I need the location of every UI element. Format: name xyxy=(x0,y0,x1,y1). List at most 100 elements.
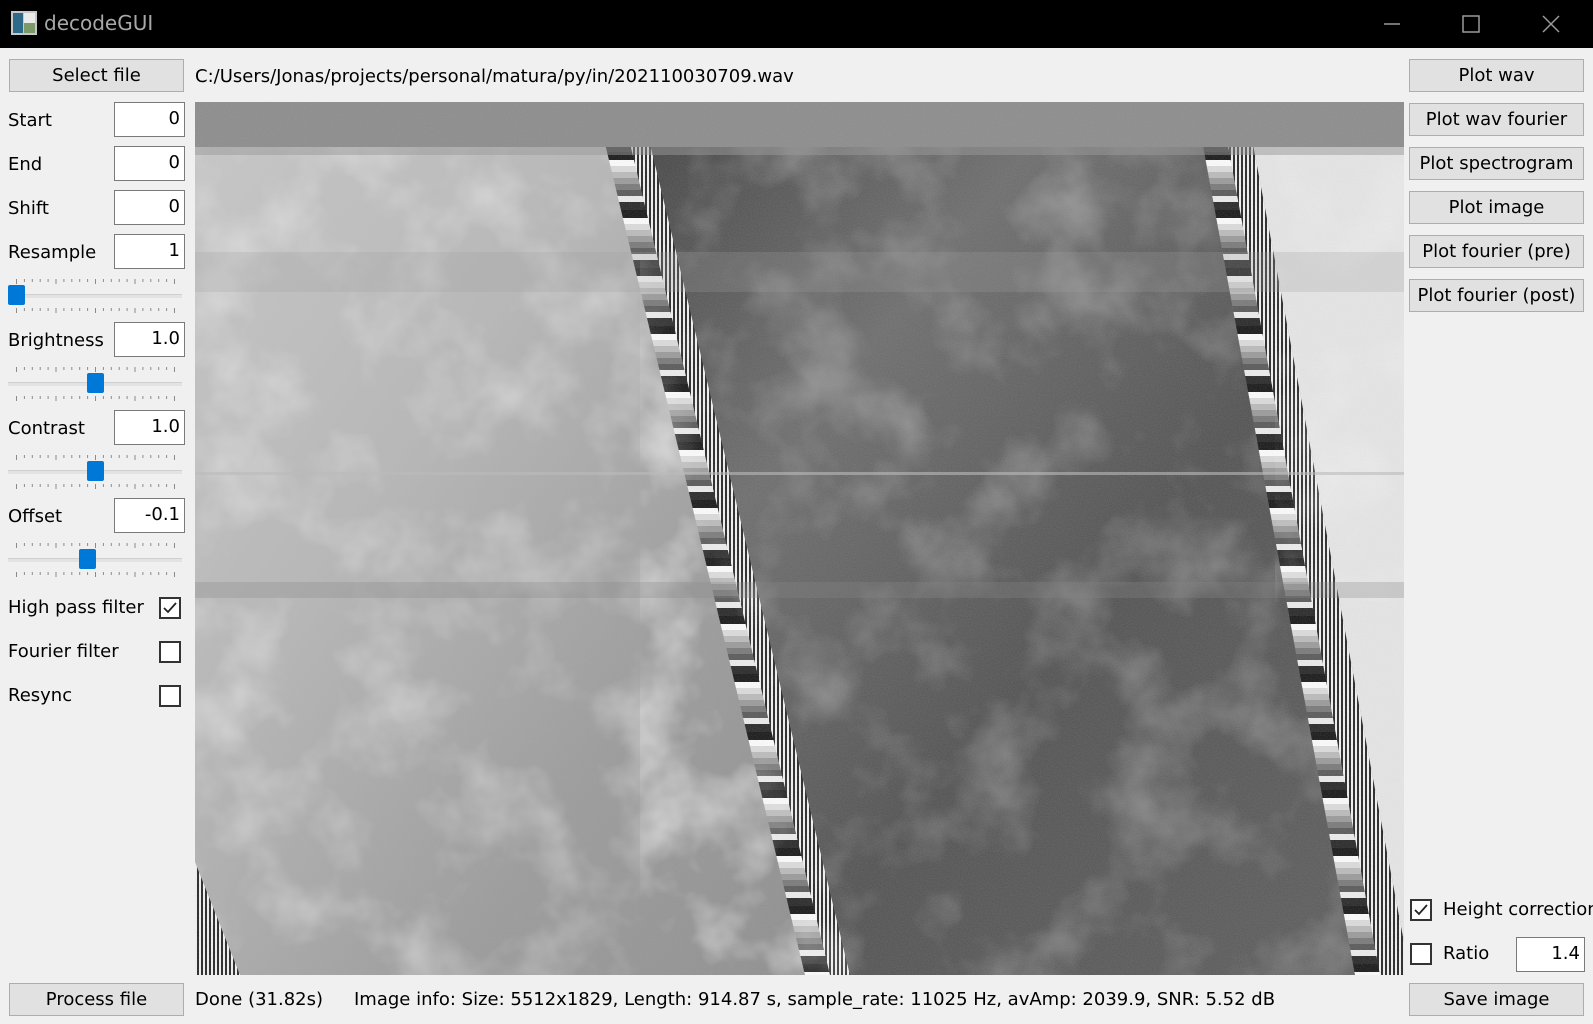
end-input[interactable]: 0 xyxy=(114,146,185,181)
slider-tick xyxy=(166,279,168,282)
slider-tick xyxy=(174,455,175,460)
plot-image-button[interactable]: Plot image xyxy=(1409,191,1584,224)
slider-tick xyxy=(87,543,89,546)
slider-tick xyxy=(31,396,33,399)
slider-tick xyxy=(79,279,81,282)
contrast-input[interactable]: 1.0 xyxy=(114,410,185,445)
height-correction-checkbox[interactable] xyxy=(1410,899,1432,921)
slider-tick xyxy=(31,367,33,370)
title-bar: decodeGUI xyxy=(0,0,1593,48)
offset-label: Offset xyxy=(8,506,63,527)
slider-tick xyxy=(39,572,41,575)
plot-wav-button[interactable]: Plot wav xyxy=(1409,59,1584,92)
file-path: C:/Users/Jonas/projects/personal/matura/… xyxy=(195,66,794,87)
slider-tick xyxy=(110,572,112,575)
slider-tick xyxy=(102,455,104,458)
slider-tick xyxy=(31,484,33,487)
slider-tick xyxy=(23,308,25,311)
slider-tick xyxy=(134,484,136,489)
slider-tick xyxy=(16,572,17,577)
slider-tick xyxy=(142,455,144,458)
slider-tick xyxy=(47,396,49,399)
slider-tick xyxy=(71,484,73,487)
slider-handle[interactable] xyxy=(86,461,104,481)
slider-tick xyxy=(126,308,128,311)
slider-handle[interactable] xyxy=(86,373,104,393)
slider-tick xyxy=(55,308,57,313)
slider-tick xyxy=(87,484,89,487)
process-file-button[interactable]: Process file xyxy=(9,983,184,1016)
save-image-button[interactable]: Save image xyxy=(1409,983,1584,1016)
slider-tick xyxy=(55,484,57,489)
slider-tick xyxy=(126,572,128,575)
contrast-slider[interactable] xyxy=(8,453,182,491)
slider-tick xyxy=(142,484,144,487)
offset-input[interactable]: -0.1 xyxy=(114,498,185,533)
slider-tick xyxy=(87,455,89,458)
slider-tick xyxy=(71,279,73,282)
slider-tick xyxy=(95,367,96,372)
high-pass-filter-label: High pass filter xyxy=(8,597,144,618)
brightness-slider[interactable] xyxy=(8,365,182,403)
slider-tick xyxy=(126,455,128,458)
minimize-button[interactable] xyxy=(1357,0,1427,48)
slider-tick xyxy=(166,367,168,370)
slider-tick xyxy=(150,279,152,282)
slider-handle[interactable] xyxy=(8,285,25,305)
plot-fourier-post-button[interactable]: Plot fourier (post) xyxy=(1409,279,1584,312)
slider-tick xyxy=(79,308,81,311)
ratio-input[interactable]: 1.4 xyxy=(1516,937,1585,972)
brightness-input[interactable]: 1.0 xyxy=(114,322,185,357)
slider-handle[interactable] xyxy=(78,549,96,569)
resync-checkbox[interactable] xyxy=(159,685,181,707)
checkmark-icon xyxy=(1414,904,1428,916)
slider-tick xyxy=(142,543,144,546)
slider-tick xyxy=(39,543,41,546)
start-input[interactable]: 0 xyxy=(114,102,185,137)
slider-tick xyxy=(118,308,120,311)
plot-fourier-pre-button[interactable]: Plot fourier (pre) xyxy=(1409,235,1584,268)
slider-tick xyxy=(47,308,49,311)
plot-wav-fourier-button[interactable]: Plot wav fourier xyxy=(1409,103,1584,136)
slider-tick xyxy=(23,572,25,575)
slider-tick xyxy=(102,367,104,370)
select-file-button[interactable]: Select file xyxy=(9,59,184,92)
plot-spectrogram-button[interactable]: Plot spectrogram xyxy=(1409,147,1584,180)
fourier-filter-checkbox[interactable] xyxy=(159,641,181,663)
slider-tick xyxy=(55,455,57,460)
slider-tick xyxy=(142,367,144,370)
slider-tick xyxy=(63,484,65,487)
slider-tick xyxy=(166,572,168,575)
offset-slider[interactable] xyxy=(8,541,182,579)
slider-tick xyxy=(142,396,144,399)
slider-tick xyxy=(150,308,152,311)
slider-tick xyxy=(55,279,57,284)
resample-input[interactable]: 1 xyxy=(114,234,185,269)
slider-tick xyxy=(110,455,112,458)
close-button[interactable] xyxy=(1516,0,1586,48)
slider-tick xyxy=(16,484,17,489)
slider-tick xyxy=(174,279,175,284)
slider-tick xyxy=(55,367,57,372)
slider-tick xyxy=(71,396,73,399)
image-info: Image info: Size: 5512x1829, Length: 914… xyxy=(354,989,1276,1010)
resample-slider[interactable] xyxy=(8,277,182,315)
slider-tick xyxy=(79,572,81,575)
ratio-checkbox[interactable] xyxy=(1410,943,1432,965)
high-pass-filter-checkbox[interactable] xyxy=(159,597,181,619)
slider-tick xyxy=(110,396,112,399)
slider-tick xyxy=(110,308,112,311)
slider-tick xyxy=(174,308,175,313)
slider-tick xyxy=(158,279,160,282)
maximize-button[interactable] xyxy=(1436,0,1506,48)
slider-tick xyxy=(31,279,33,282)
slider-tick xyxy=(63,279,65,282)
slider-tick xyxy=(158,455,160,458)
slider-tick xyxy=(47,455,49,458)
slider-tick xyxy=(150,396,152,399)
slider-tick xyxy=(118,455,120,458)
slider-tick xyxy=(87,279,89,282)
shift-input[interactable]: 0 xyxy=(114,190,185,225)
slider-tick xyxy=(39,279,41,282)
resample-label: Resample xyxy=(8,242,97,263)
